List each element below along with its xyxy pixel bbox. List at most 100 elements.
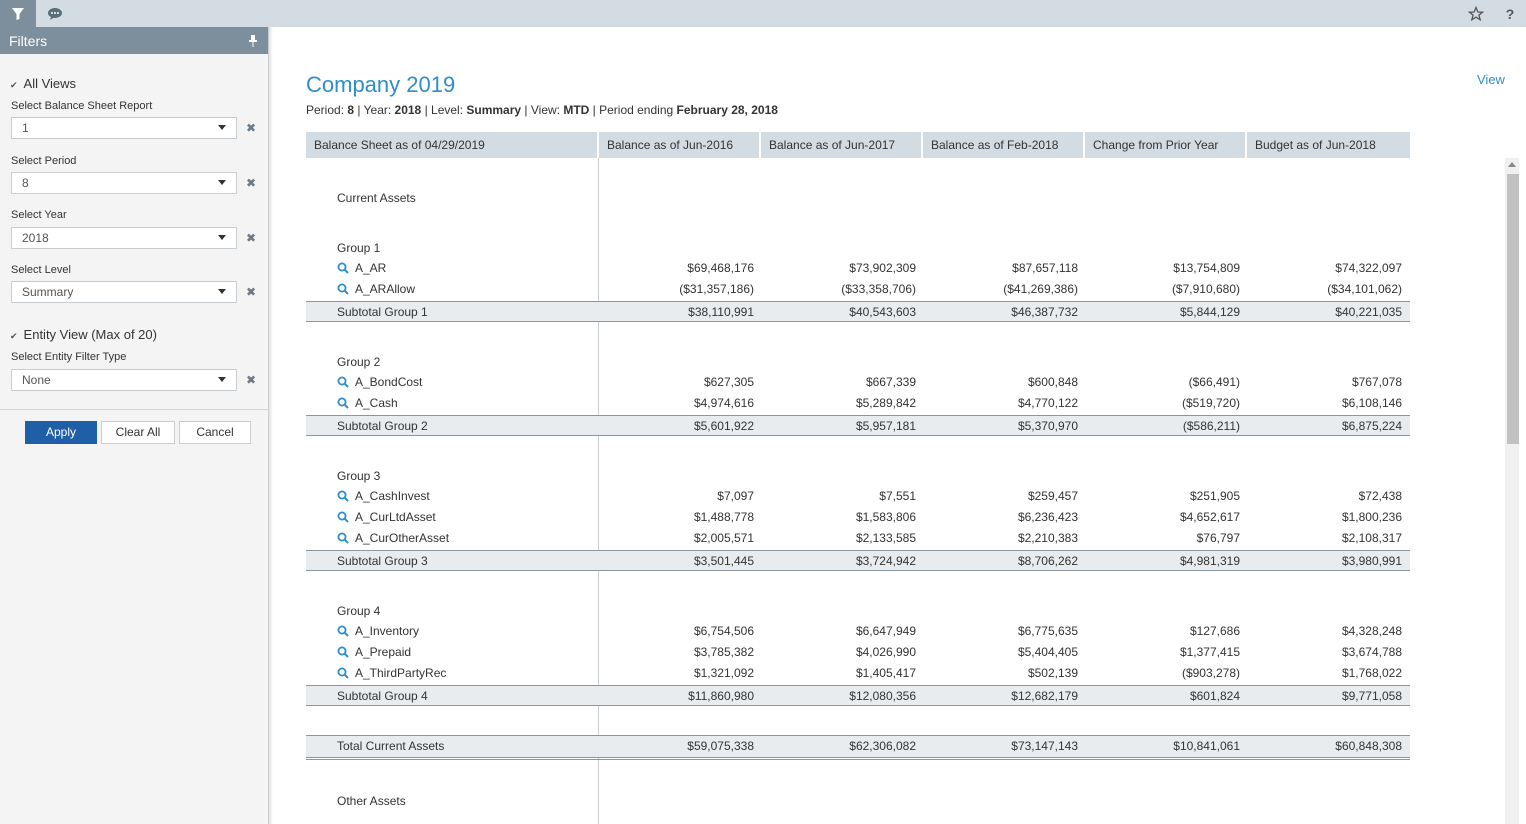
- subtotal-row: Subtotal Group 2 $5,601,922 $5,957,181 $5,3…: [306, 415, 1410, 436]
- value-cell: $60,848,308: [1335, 739, 1402, 753]
- group-label: Group 4: [337, 604, 381, 618]
- search-icon[interactable]: [337, 262, 349, 277]
- value-cell: ($519,720): [1181, 396, 1240, 410]
- value-cell: $40,221,035: [1335, 305, 1402, 319]
- search-icon[interactable]: [337, 283, 349, 298]
- year-prefix: | Year:: [354, 103, 395, 117]
- search-icon[interactable]: [337, 646, 349, 661]
- entity-filter-select[interactable]: None: [11, 369, 237, 391]
- value-cell: $6,875,224: [1341, 419, 1402, 433]
- column-header[interactable]: Balance Sheet as of 04/29/2019: [306, 132, 599, 158]
- value-cell: $69,468,176: [687, 261, 754, 275]
- table-row: A_CashInvest $7,097 $7,551 $259,457 $251,905…: [306, 486, 1410, 507]
- filters-title: Filters: [9, 33, 48, 49]
- value-cell: ($903,278): [1181, 666, 1240, 680]
- level-prefix: | Level:: [421, 103, 467, 117]
- value-cell: $12,080,356: [849, 689, 916, 703]
- filters-divider: [0, 409, 269, 410]
- account-link[interactable]: A_ARAllow: [355, 282, 415, 296]
- column-header[interactable]: Balance as of Jun-2016: [599, 132, 761, 158]
- year-select[interactable]: 2018: [11, 227, 237, 249]
- period-label: Select Period: [11, 155, 77, 167]
- cancel-button[interactable]: Cancel: [179, 421, 251, 444]
- value-cell: $7,551: [879, 489, 916, 503]
- account-link[interactable]: A_ThirdPartyRec: [355, 666, 446, 680]
- clear-year-icon[interactable]: ✖: [246, 231, 256, 245]
- comment-icon[interactable]: [36, 0, 74, 27]
- value-cell: $12,682,179: [1011, 689, 1078, 703]
- entity-view-toggle[interactable]: ✔ Entity View (Max of 20): [10, 327, 157, 342]
- total-row: Total Current Assets $59,075,338 $62,306,0…: [306, 735, 1410, 757]
- level-value-text: Summary: [466, 103, 522, 117]
- clear-balance-sheet-icon[interactable]: ✖: [246, 121, 256, 135]
- value-cell: ($31,357,186): [679, 282, 754, 296]
- value-cell: $4,026,990: [855, 645, 916, 659]
- apply-button[interactable]: Apply: [25, 421, 97, 444]
- clear-all-button[interactable]: Clear All: [101, 421, 175, 444]
- group-label: Group 2: [337, 355, 381, 369]
- help-icon[interactable]: ?: [1500, 4, 1520, 24]
- account-link[interactable]: A_CashInvest: [355, 489, 430, 503]
- filters-header: Filters: [0, 27, 268, 54]
- value-cell: $127,686: [1189, 624, 1240, 638]
- scrollbar-thumb[interactable]: [1507, 174, 1519, 444]
- account-link[interactable]: A_AR: [355, 261, 386, 275]
- value-cell: $4,981,319: [1179, 554, 1240, 568]
- clear-entity-filter-icon[interactable]: ✖: [246, 373, 256, 387]
- value-cell: $1,405,417: [855, 666, 916, 680]
- pin-icon[interactable]: [248, 34, 258, 50]
- search-icon[interactable]: [337, 532, 349, 547]
- account-link[interactable]: A_Cash: [355, 396, 398, 410]
- clear-period-icon[interactable]: ✖: [246, 176, 256, 190]
- value-cell: $8,706,262: [1017, 554, 1078, 568]
- value-cell: $1,377,415: [1179, 645, 1240, 659]
- account-link[interactable]: A_CurLtdAsset: [355, 510, 436, 524]
- search-icon[interactable]: [337, 625, 349, 640]
- value-cell: $1,800,236: [1341, 510, 1402, 524]
- table-row: A_Prepaid $3,785,382 $4,026,990 $5,404,405 $…: [306, 642, 1410, 663]
- table-header: Balance Sheet as of 04/29/2019 Balance a…: [306, 132, 1410, 158]
- value-cell: $5,404,405: [1017, 645, 1078, 659]
- search-icon[interactable]: [337, 490, 349, 505]
- search-icon[interactable]: [337, 511, 349, 526]
- account-link[interactable]: A_BondCost: [355, 375, 422, 389]
- value-cell: $2,005,571: [693, 531, 754, 545]
- value-cell: $6,236,423: [1017, 510, 1078, 524]
- column-header[interactable]: Balance as of Feb-2018: [923, 132, 1085, 158]
- search-icon[interactable]: [337, 376, 349, 391]
- value-cell: $73,147,143: [1011, 739, 1078, 753]
- value-cell: $6,108,146: [1341, 396, 1402, 410]
- column-header[interactable]: Balance as of Jun-2017: [761, 132, 923, 158]
- value-cell: $7,097: [717, 489, 754, 503]
- balance-sheet-select[interactable]: 1: [11, 117, 237, 139]
- value-cell: $2,210,383: [1017, 531, 1078, 545]
- period-select[interactable]: 8: [11, 172, 237, 194]
- value-cell: $4,974,616: [693, 396, 754, 410]
- filter-icon[interactable]: [0, 0, 36, 27]
- level-select[interactable]: Summary: [11, 281, 237, 303]
- balance-sheet-label: Select Balance Sheet Report: [11, 100, 153, 112]
- view-link[interactable]: View: [1477, 72, 1505, 87]
- value-cell: ($7,910,680): [1171, 282, 1240, 296]
- account-link[interactable]: A_Inventory: [355, 624, 419, 638]
- value-cell: $3,724,942: [855, 554, 916, 568]
- search-icon[interactable]: [337, 667, 349, 682]
- value-cell: $4,770,122: [1017, 396, 1078, 410]
- value-cell: $502,139: [1027, 666, 1078, 680]
- value-cell: $5,289,842: [855, 396, 916, 410]
- account-link[interactable]: A_CurOtherAsset: [355, 531, 449, 545]
- chevron-down-icon: ✔: [10, 331, 18, 341]
- all-views-label: All Views: [23, 76, 77, 91]
- all-views-toggle[interactable]: ✔ All Views: [10, 76, 76, 91]
- value-cell: $3,785,382: [693, 645, 754, 659]
- account-link[interactable]: A_Prepaid: [355, 645, 411, 659]
- period-prefix: Period:: [306, 103, 348, 117]
- search-icon[interactable]: [337, 397, 349, 412]
- value-cell: $6,647,949: [855, 624, 916, 638]
- column-header[interactable]: Change from Prior Year: [1085, 132, 1247, 158]
- column-header[interactable]: Budget as of Jun-2018: [1247, 132, 1410, 158]
- star-icon[interactable]: [1466, 4, 1486, 24]
- value-cell: $5,844,129: [1179, 305, 1240, 319]
- clear-level-icon[interactable]: ✖: [246, 285, 256, 299]
- scroll-up-icon[interactable]: [1508, 162, 1516, 167]
